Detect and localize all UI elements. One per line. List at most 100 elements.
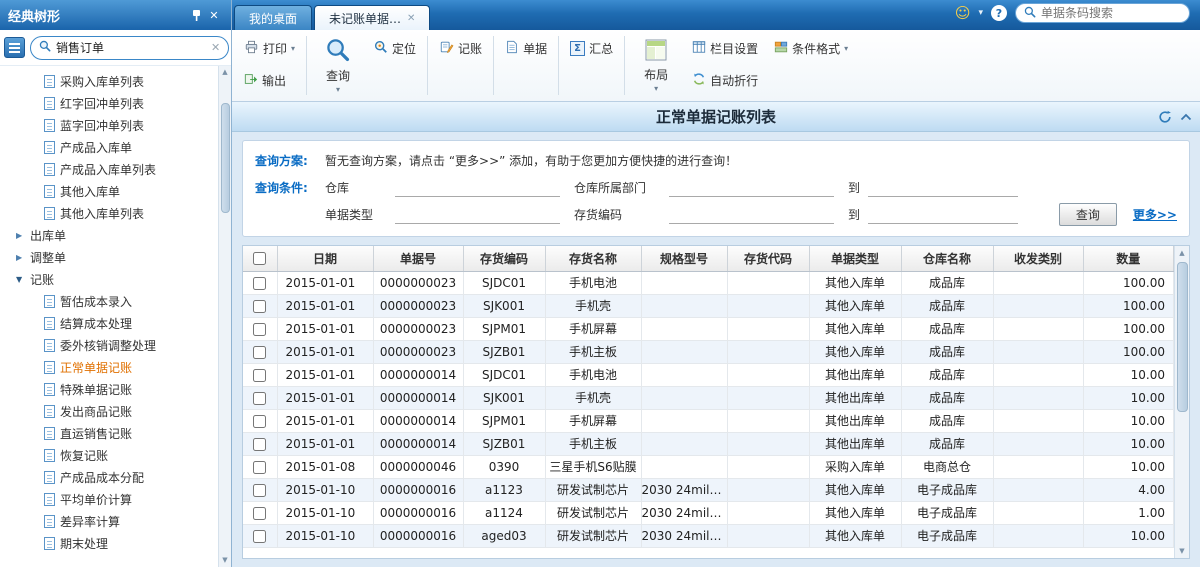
table-scrollbar[interactable]: ▲ ▼: [1174, 246, 1189, 558]
query-button[interactable]: 查询: [1059, 203, 1117, 226]
inventory-code-input[interactable]: [669, 206, 834, 224]
sidebar-item[interactable]: 产成品入库单: [0, 136, 217, 158]
menu-icon[interactable]: [4, 37, 25, 58]
sidebar-item[interactable]: 产成品入库单列表: [0, 158, 217, 180]
column-header[interactable]: 单据号: [373, 246, 463, 271]
row-checkbox[interactable]: [253, 369, 266, 382]
sidebar-item[interactable]: 采购入库单列表: [0, 70, 217, 92]
sidebar-item[interactable]: 其他入库单: [0, 180, 217, 202]
sidebar-item[interactable]: 其他入库单列表: [0, 202, 217, 224]
row-checkbox[interactable]: [253, 484, 266, 497]
table-row[interactable]: 2015-01-010000000023SJK001手机壳其他入库单成品库100…: [243, 294, 1174, 317]
refresh-icon[interactable]: [1158, 110, 1172, 124]
scroll-up-icon[interactable]: ▲: [1179, 246, 1184, 260]
chevron-down-icon[interactable]: ▼: [16, 275, 30, 284]
doc-type-input[interactable]: [395, 206, 560, 224]
row-checkbox[interactable]: [253, 346, 266, 359]
table-row[interactable]: 2015-01-010000000023SJDC01手机电池其他入库单成品库10…: [243, 271, 1174, 294]
export-button[interactable]: 输出: [236, 64, 303, 96]
table-row[interactable]: 2015-01-010000000023SJPM01手机屏幕其他入库单成品库10…: [243, 317, 1174, 340]
sidebar-item[interactable]: 暂估成本录入: [0, 290, 217, 312]
row-checkbox[interactable]: [253, 461, 266, 474]
row-checkbox[interactable]: [253, 415, 266, 428]
summary-button[interactable]: Σ 汇总: [562, 32, 621, 64]
document-button[interactable]: 单据: [497, 32, 555, 64]
row-checkbox[interactable]: [253, 507, 266, 520]
table-row[interactable]: 2015-01-100000000016aged03研发试制芯片2030 24m…: [243, 524, 1174, 547]
sidebar-item[interactable]: 蓝字回冲单列表: [0, 114, 217, 136]
table-row[interactable]: 2015-01-0800000000460390三星手机S6贴膜采购入库单电商总…: [243, 455, 1174, 478]
layout-button[interactable]: 布局 ▾: [628, 32, 684, 98]
sidebar-item-selected[interactable]: 正常单据记账: [0, 356, 217, 378]
clear-icon[interactable]: ✕: [211, 41, 220, 54]
sidebar-search-input[interactable]: [56, 41, 206, 55]
table-row[interactable]: 2015-01-100000000016a1124研发试制芯片2030 24mi…: [243, 501, 1174, 524]
sidebar-item[interactable]: ▶调整单: [0, 246, 217, 268]
more-link[interactable]: 更多>>: [1133, 206, 1177, 223]
sidebar-scrollbar[interactable]: ▲ ▼: [218, 66, 231, 567]
column-header[interactable]: 存货名称: [545, 246, 641, 271]
sidebar-item[interactable]: 委外核销调整处理: [0, 334, 217, 356]
sidebar-item[interactable]: 特殊单据记账: [0, 378, 217, 400]
chevron-right-icon[interactable]: ▶: [16, 231, 30, 240]
row-checkbox[interactable]: [253, 530, 266, 543]
auto-wrap-button[interactable]: 自动折行: [684, 64, 766, 96]
scroll-down-icon[interactable]: ▼: [222, 554, 227, 567]
table-row[interactable]: 2015-01-010000000014SJK001手机壳其他出库单成品库10.…: [243, 386, 1174, 409]
sidebar-item[interactable]: 产成品成本分配: [0, 466, 217, 488]
table-row[interactable]: 2015-01-010000000023SJZB01手机主板其他入库单成品库10…: [243, 340, 1174, 363]
table-row[interactable]: 2015-01-100000000016a1123研发试制芯片2030 24mi…: [243, 478, 1174, 501]
dropdown-arrow-icon[interactable]: ▾: [978, 8, 983, 18]
to-range-input-2[interactable]: [868, 206, 1018, 224]
help-icon[interactable]: ?: [991, 5, 1007, 21]
scroll-thumb[interactable]: [221, 103, 230, 213]
sidebar-item[interactable]: 红字回冲单列表: [0, 92, 217, 114]
column-header[interactable]: 存货代码: [727, 246, 809, 271]
column-header[interactable]: 单据类型: [809, 246, 901, 271]
print-button[interactable]: 打印 ▾: [236, 32, 303, 64]
column-header[interactable]: 日期: [277, 246, 373, 271]
scroll-thumb[interactable]: [1177, 262, 1188, 412]
tab-my-desktop[interactable]: 我的桌面: [234, 5, 312, 30]
tab-close-icon[interactable]: ✕: [407, 13, 415, 24]
column-header[interactable]: 数量: [1083, 246, 1174, 271]
warehouse-input[interactable]: [395, 179, 560, 197]
select-all-checkbox[interactable]: [253, 252, 266, 265]
row-checkbox[interactable]: [253, 277, 266, 290]
collapse-panel-icon[interactable]: [1180, 113, 1192, 121]
locate-button[interactable]: 定位: [366, 32, 424, 64]
table-row[interactable]: 2015-01-010000000014SJDC01手机电池其他出库单成品库10…: [243, 363, 1174, 386]
row-checkbox[interactable]: [253, 438, 266, 451]
sidebar-item[interactable]: ▶出库单: [0, 224, 217, 246]
post-button[interactable]: 记账: [431, 32, 490, 64]
scroll-down-icon[interactable]: ▼: [1179, 544, 1184, 558]
sidebar-item[interactable]: ▼记账: [0, 268, 217, 290]
pin-icon[interactable]: [187, 6, 205, 24]
barcode-search-input[interactable]: [1041, 6, 1181, 20]
column-header[interactable]: 规格型号: [641, 246, 727, 271]
conditional-format-button[interactable]: 条件格式 ▾: [766, 32, 856, 64]
column-header[interactable]: 仓库名称: [901, 246, 993, 271]
column-header[interactable]: 存货编码: [463, 246, 545, 271]
query-toolbar-button[interactable]: 查询 ▾: [310, 32, 366, 98]
sidebar-item[interactable]: 结算成本处理: [0, 312, 217, 334]
table-row[interactable]: 2015-01-010000000014SJPM01手机屏幕其他出库单成品库10…: [243, 409, 1174, 432]
chevron-right-icon[interactable]: ▶: [16, 253, 30, 262]
close-icon[interactable]: ✕: [205, 6, 223, 24]
sidebar-item[interactable]: 差异率计算: [0, 510, 217, 532]
sidebar-item[interactable]: 发出商品记账: [0, 400, 217, 422]
column-settings-button[interactable]: 栏目设置: [684, 32, 766, 64]
warehouse-dept-input[interactable]: [669, 179, 834, 197]
to-range-input-1[interactable]: [868, 179, 1018, 197]
scroll-up-icon[interactable]: ▲: [222, 66, 227, 79]
table-row[interactable]: 2015-01-010000000014SJZB01手机主板其他出库单成品库10…: [243, 432, 1174, 455]
row-checkbox[interactable]: [253, 300, 266, 313]
sidebar-item[interactable]: 恢复记账: [0, 444, 217, 466]
sidebar-item[interactable]: 平均单价计算: [0, 488, 217, 510]
column-header[interactable]: 收发类别: [993, 246, 1083, 271]
sidebar-item[interactable]: 期末处理: [0, 532, 217, 554]
row-checkbox[interactable]: [253, 392, 266, 405]
smiley-icon[interactable]: ☺: [955, 6, 971, 21]
sidebar-item[interactable]: 直运销售记账: [0, 422, 217, 444]
row-checkbox[interactable]: [253, 323, 266, 336]
